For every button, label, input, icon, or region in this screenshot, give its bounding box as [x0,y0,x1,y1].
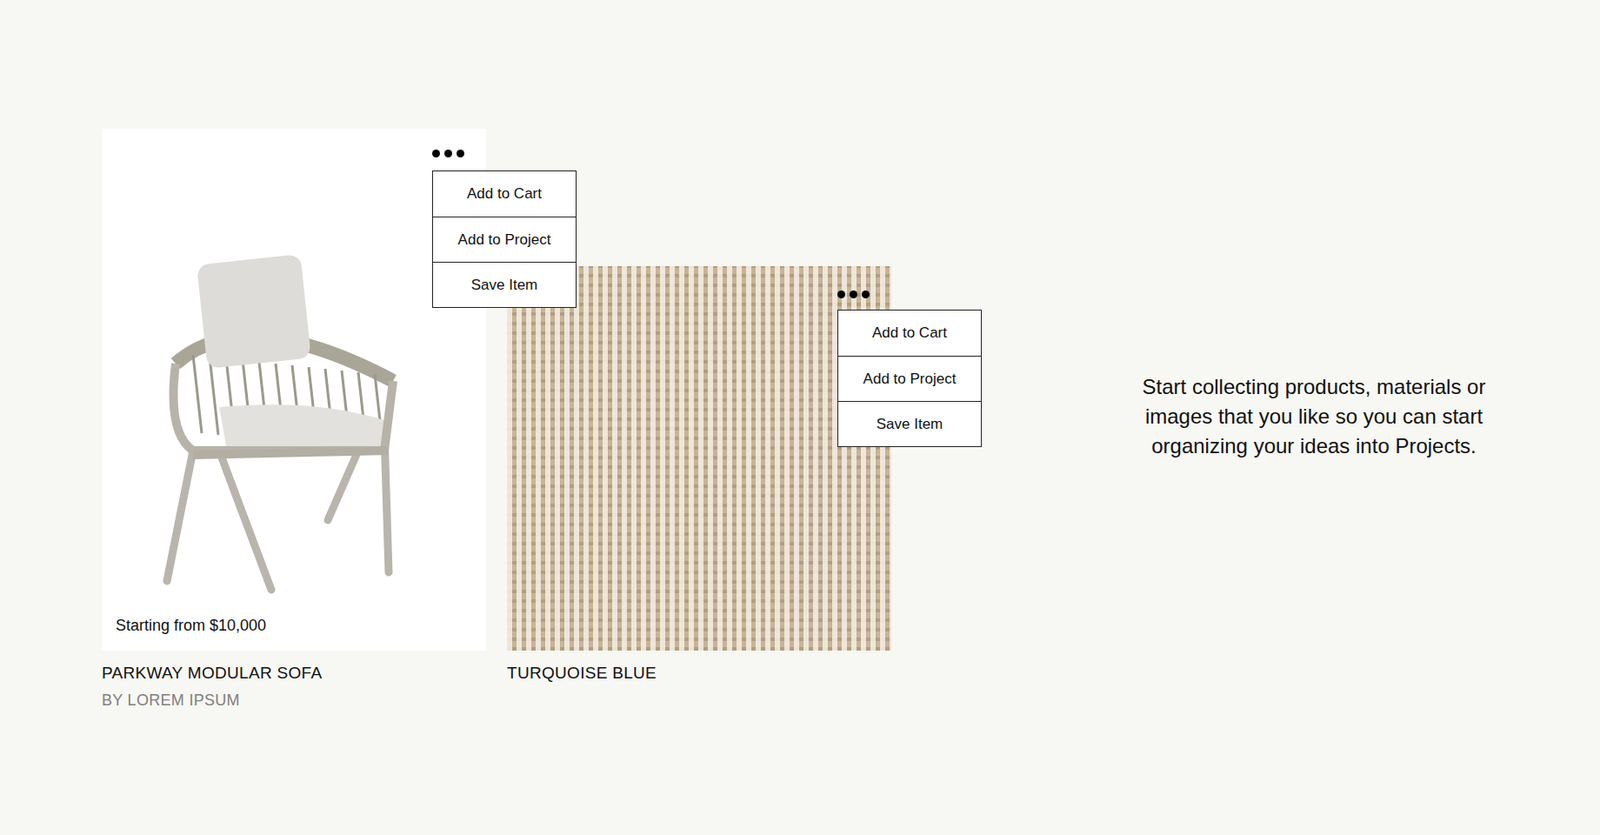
product-card[interactable]: Starting from $10,000 Add to CartAdd to … [101,128,487,651]
options-menu: Add to CartAdd to ProjectSave Item [837,309,982,447]
menu-item[interactable]: Add to Cart [433,171,576,217]
collection-item: Add to CartAdd to ProjectSave Item TURQU… [506,266,892,684]
item-title[interactable]: PARKWAY MODULAR SOFA [101,662,487,684]
collection-item: Starting from $10,000 Add to CartAdd to … [101,128,487,711]
menu-item[interactable]: Add to Project [433,216,576,262]
menu-item[interactable]: Save Item [433,261,576,307]
menu-item[interactable]: Save Item [838,400,981,447]
price-label: Starting from $10,000 [115,616,267,635]
chair-image-icon [140,233,402,599]
more-options-icon[interactable] [837,290,870,299]
menu-item[interactable]: Add to Project [838,355,981,401]
empty-state-hint: Start collecting products, materials or … [1122,372,1506,461]
item-title[interactable]: TURQUOISE BLUE [506,662,892,684]
menu-item[interactable]: Add to Cart [838,310,981,356]
collection: Starting from $10,000 Add to CartAdd to … [101,128,1600,711]
more-options-icon[interactable] [432,149,465,158]
material-card[interactable]: Add to CartAdd to ProjectSave Item [506,266,892,651]
item-byline: BY LOREM IPSUM [101,689,487,711]
options-menu: Add to CartAdd to ProjectSave Item [432,170,577,308]
page: Starting from $10,000 Add to CartAdd to … [0,0,1600,835]
